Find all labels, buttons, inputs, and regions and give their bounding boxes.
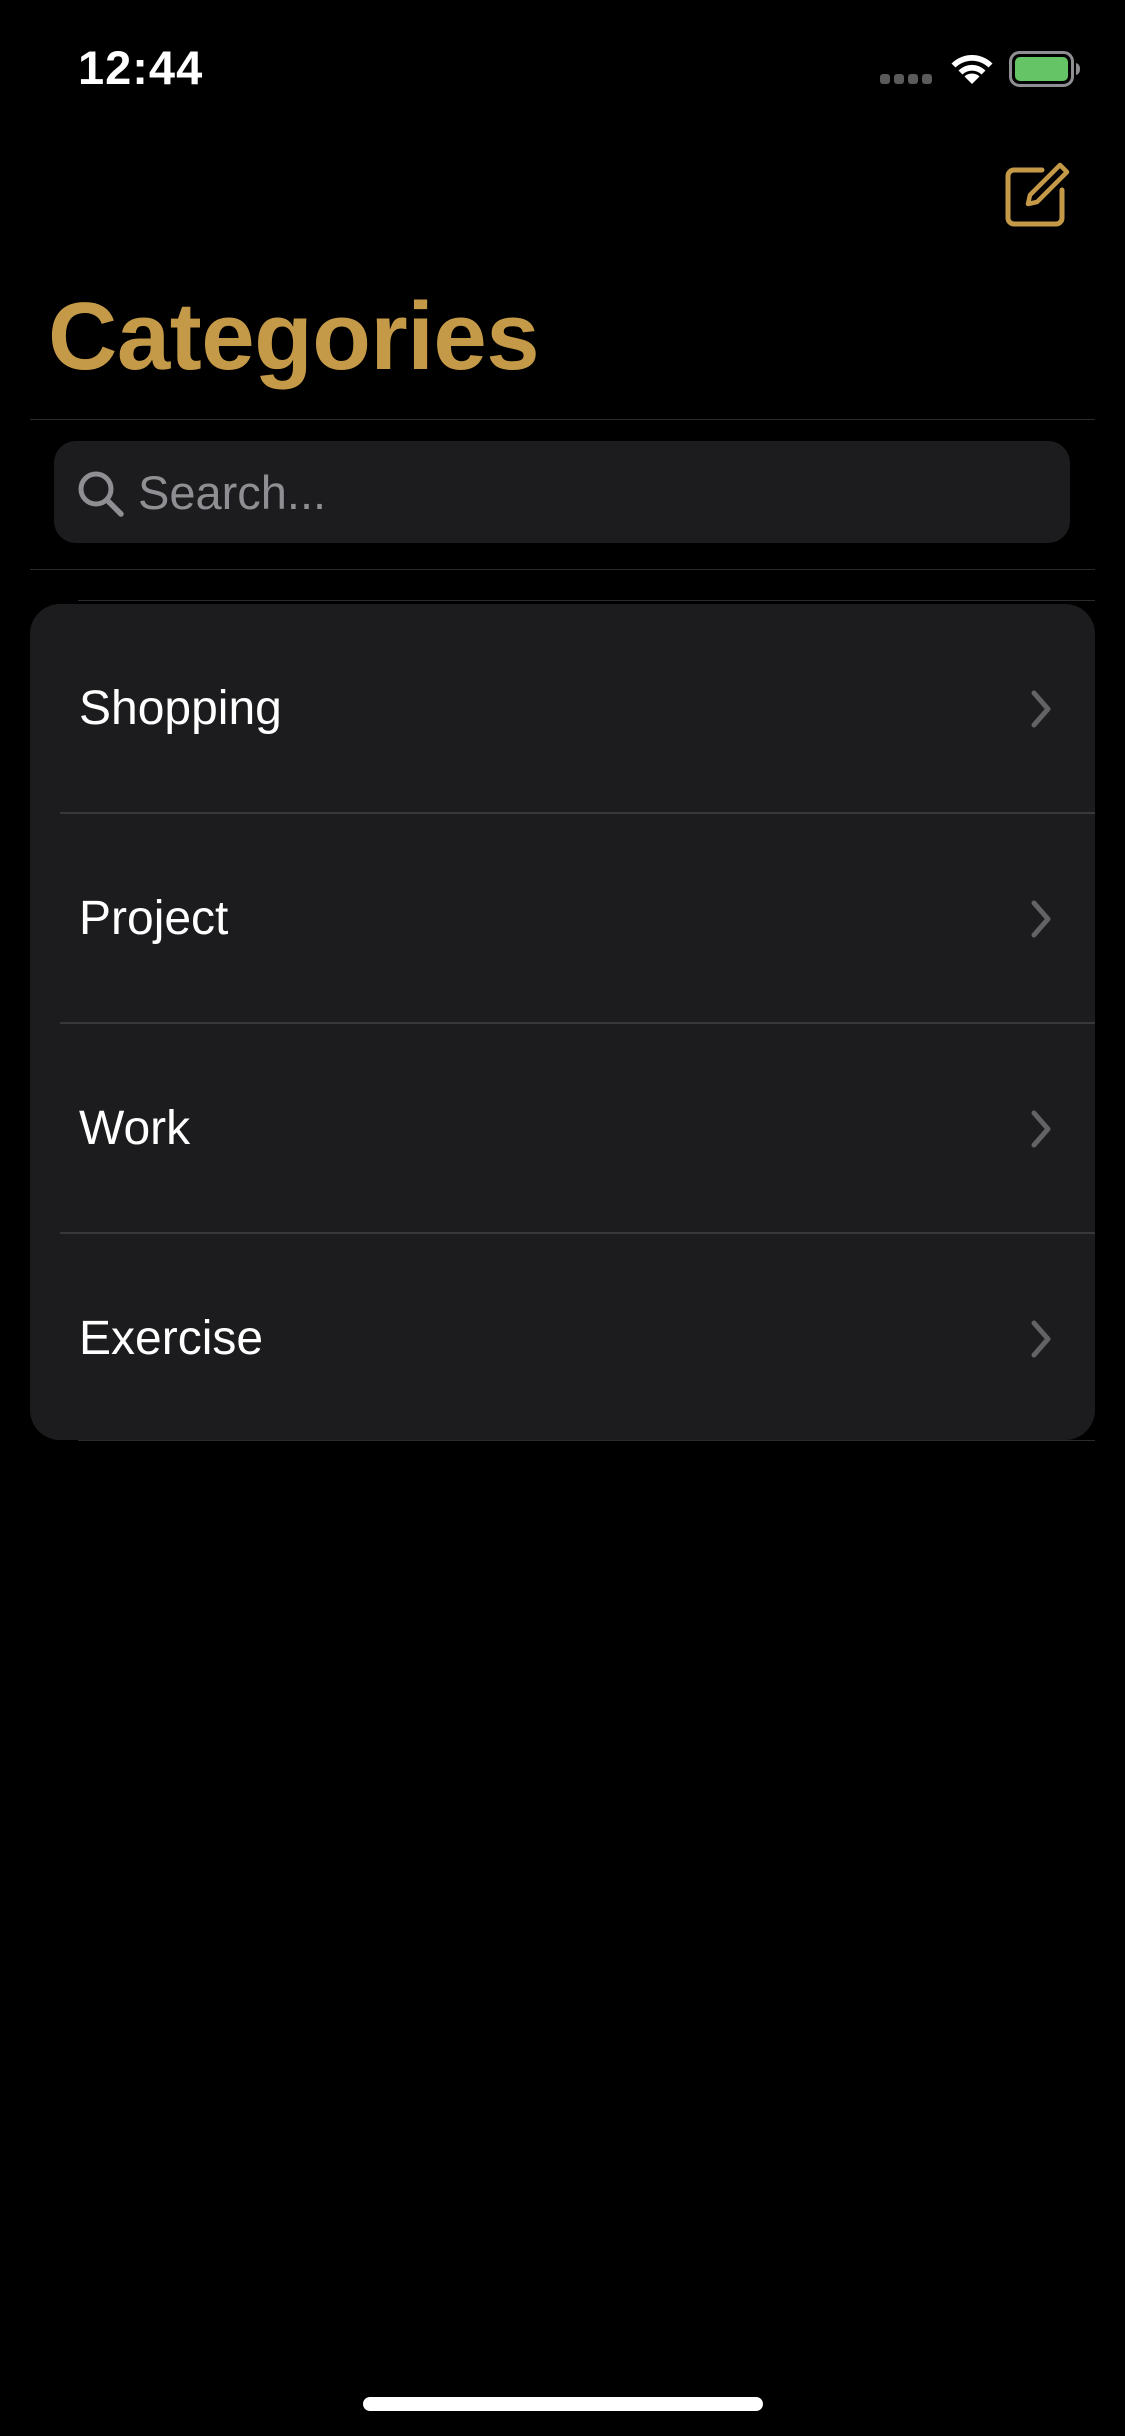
chevron-right-icon [1031, 1110, 1051, 1148]
battery-icon [1009, 51, 1080, 87]
list-item-label: Exercise [79, 1312, 264, 1365]
page-title: Categories [48, 283, 540, 390]
wifi-icon [951, 55, 993, 84]
status-time: 12:44 [78, 41, 204, 94]
list-item-exercise[interactable]: Exercise [30, 1234, 1095, 1440]
list-item-shopping[interactable]: Shopping [30, 604, 1095, 814]
list-item-label: Work [79, 1102, 191, 1155]
category-list: Shopping Project Work Exercise [30, 604, 1095, 1440]
status-bar: 12:44 [0, 0, 1125, 132]
chevron-right-icon [1031, 1320, 1051, 1358]
chevron-right-icon [1031, 900, 1051, 938]
chevron-right-icon [1031, 690, 1051, 728]
compose-button[interactable] [1002, 160, 1070, 228]
list-item-work[interactable]: Work [30, 1024, 1095, 1234]
search-icon [78, 471, 124, 517]
list-item-label: Shopping [79, 682, 282, 735]
list-top-divider [78, 600, 1095, 601]
list-item-label: Project [79, 892, 229, 945]
list-item-project[interactable]: Project [30, 814, 1095, 1024]
search-field[interactable] [54, 441, 1070, 543]
search-input[interactable] [138, 441, 1038, 543]
header-divider [30, 419, 1095, 420]
home-indicator[interactable] [363, 2397, 763, 2411]
list-bottom-divider [78, 1440, 1095, 1441]
cellular-signal-icon [880, 74, 934, 86]
search-divider [30, 569, 1095, 570]
